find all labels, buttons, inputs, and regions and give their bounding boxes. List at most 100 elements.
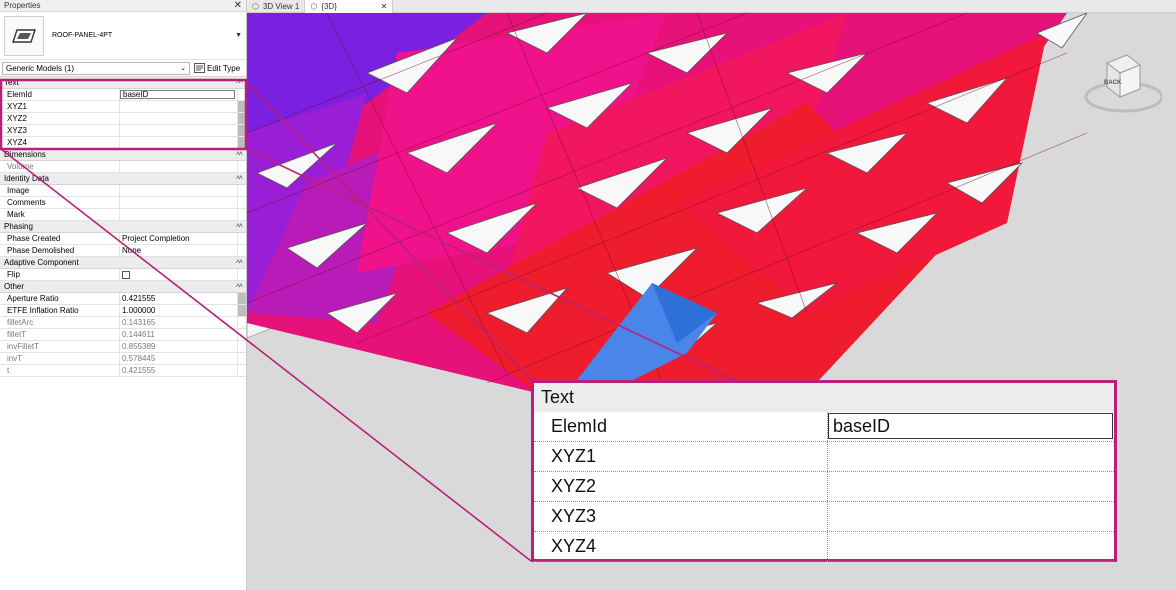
property-value [120, 161, 237, 172]
row-scroll [237, 365, 246, 376]
collapse-icon[interactable]: ˄˄ [236, 223, 243, 230]
row-scroll [237, 137, 246, 148]
tab-3d-view-1[interactable]: ⬡ 3D View 1 [247, 0, 306, 13]
collapse-icon[interactable]: ˄˄ [236, 283, 243, 290]
callout-header: Text [534, 383, 1114, 412]
property-name: Mark [0, 209, 120, 220]
tab-3d-default[interactable]: ⬡ {3D} ✕ [305, 0, 394, 13]
type-name: ROOF-PANEL-4PT [52, 32, 113, 39]
property-name: filletArc [0, 317, 120, 328]
property-row[interactable]: XYZ1 [0, 101, 246, 113]
property-value[interactable]: 0.421555 [120, 293, 237, 304]
property-row[interactable]: XYZ4 [0, 137, 246, 149]
property-value[interactable]: Project Completion [120, 233, 237, 244]
elemid-input[interactable]: baseID [120, 90, 235, 99]
section-label: Text [4, 78, 19, 87]
property-row[interactable]: XYZ3 [0, 125, 246, 137]
row-scroll [237, 113, 246, 124]
callout-row-value [828, 532, 1114, 561]
row-scroll [237, 269, 246, 280]
instance-filter-dropdown[interactable]: Generic Models (1) ⌄ [2, 61, 190, 75]
row-scroll [237, 245, 246, 256]
zoomed-callout: Text ElemId baseID XYZ1 XYZ2 XYZ3 XYZ4 [531, 380, 1117, 562]
property-grid: Text ˄˄ ElemId baseID XYZ1 XYZ2 XYZ3 XYZ4 … [0, 76, 246, 377]
property-value[interactable] [120, 101, 237, 112]
close-icon[interactable]: ✕ [381, 2, 388, 11]
row-scroll [237, 353, 246, 364]
section-phasing[interactable]: Phasing ˄˄ [0, 221, 246, 233]
property-row: invFilletT 0.855389 [0, 341, 246, 353]
section-identity-data[interactable]: Identity Data ˄˄ [0, 173, 246, 185]
viewcube-graphic [1084, 54, 1162, 113]
section-dimensions[interactable]: Dimensions ˄˄ [0, 149, 246, 161]
property-row[interactable]: Flip [0, 269, 246, 281]
callout-row-value [828, 442, 1114, 471]
properties-panel: Properties ✕ ROOF-PANEL-4PT ▼ Generic Mo… [0, 0, 247, 590]
row-scroll [237, 341, 246, 352]
callout-row-value [828, 502, 1114, 531]
property-row[interactable]: Mark [0, 209, 246, 221]
collapse-icon[interactable]: ˄˄ [236, 259, 243, 266]
type-selector[interactable]: ROOF-PANEL-4PT ▼ [0, 12, 246, 60]
collapse-icon[interactable]: ˄˄ [236, 79, 243, 86]
filter-row: Generic Models (1) ⌄ Edit Type [0, 60, 246, 76]
edit-type-button[interactable]: Edit Type [194, 63, 240, 73]
callout-row-name: XYZ2 [534, 472, 828, 501]
section-adaptive-component[interactable]: Adaptive Component ˄˄ [0, 257, 246, 269]
callout-row-name: XYZ4 [534, 532, 828, 561]
callout-row: XYZ3 [534, 502, 1114, 532]
3d-view-icon: ⬡ [310, 2, 318, 11]
close-icon[interactable]: ✕ [234, 0, 242, 11]
property-row[interactable]: Comments [0, 197, 246, 209]
property-name: invT [0, 353, 120, 364]
section-label: Dimensions [4, 150, 46, 159]
property-row: t 0.421555 [0, 365, 246, 377]
callout-row: XYZ1 [534, 442, 1114, 472]
row-scroll [237, 125, 246, 136]
property-value[interactable] [120, 209, 237, 220]
property-name: Flip [0, 269, 120, 280]
property-value[interactable] [120, 113, 237, 124]
section-text[interactable]: Text ˄˄ [0, 77, 246, 89]
collapse-icon[interactable]: ˄˄ [236, 151, 243, 158]
section-label: Other [4, 282, 25, 291]
property-name: Comments [0, 197, 120, 208]
property-row[interactable]: ETFE Inflation Ratio 1.000000 [0, 305, 246, 317]
callout-elemid-value: baseID [828, 413, 1113, 439]
collapse-icon[interactable]: ˄˄ [236, 175, 243, 182]
property-value[interactable] [120, 185, 237, 196]
viewcube[interactable]: BACK [1082, 51, 1162, 121]
flip-checkbox[interactable] [122, 270, 130, 279]
chevron-down-icon[interactable]: ▼ [235, 32, 242, 39]
property-row[interactable]: Phase Created Project Completion [0, 233, 246, 245]
property-value [120, 269, 237, 280]
property-name: Image [0, 185, 120, 196]
section-other[interactable]: Other ˄˄ [0, 281, 246, 293]
property-row[interactable]: Phase Demolished None [0, 245, 246, 257]
property-name: ElemId [0, 89, 120, 100]
properties-header: Properties ✕ [0, 0, 246, 12]
row-scroll [237, 329, 246, 340]
roof-panel-type-icon [4, 15, 44, 56]
property-value[interactable] [120, 137, 237, 148]
property-value: 0.855389 [122, 342, 156, 351]
property-value[interactable] [120, 197, 237, 208]
property-value[interactable]: 1.000000 [120, 305, 237, 316]
tab-title: ⬡ {3D} [310, 2, 337, 11]
section-label: Identity Data [4, 174, 49, 183]
property-name: XYZ3 [0, 125, 120, 136]
property-row[interactable]: Image [0, 185, 246, 197]
property-row[interactable]: XYZ2 [0, 113, 246, 125]
row-scroll [237, 233, 246, 244]
edit-type-icon [194, 63, 205, 73]
property-value[interactable]: None [120, 245, 237, 256]
property-name: Phase Demolished [0, 245, 120, 256]
property-value: 0.143165 [122, 318, 156, 327]
section-label: Phasing [4, 222, 33, 231]
property-value[interactable] [120, 125, 237, 136]
property-row[interactable]: Aperture Ratio 0.421555 [0, 293, 246, 305]
property-value: 0.421555 [122, 366, 156, 375]
property-row[interactable]: ElemId baseID [0, 89, 246, 101]
viewcube-face-label: BACK [1104, 80, 1122, 86]
row-scroll [237, 161, 246, 172]
